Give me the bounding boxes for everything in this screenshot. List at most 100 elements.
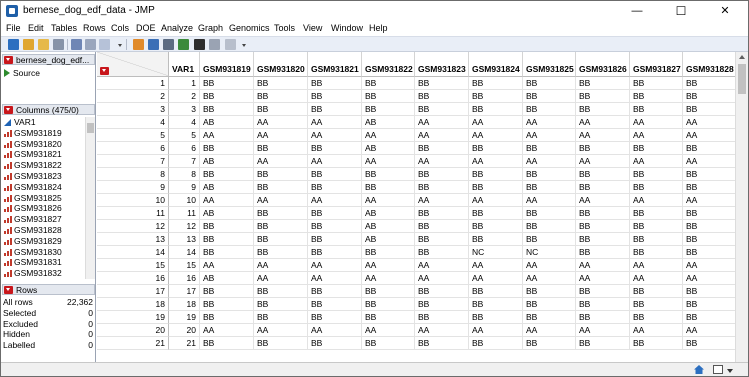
table-row[interactable]: 11 11 AB BB BB AB BB BB BB BB BB BB [97, 207, 735, 220]
table-cell[interactable]: BB [630, 298, 683, 311]
column-item[interactable]: GSM931824 [2, 182, 85, 193]
table-cell[interactable]: AB [200, 207, 254, 220]
table-cell[interactable]: BB [683, 207, 735, 220]
table-cell[interactable]: BB [200, 285, 254, 298]
table-cell[interactable]: BB [415, 337, 469, 350]
table-cell[interactable]: 4 [169, 116, 200, 129]
table-row[interactable]: 2 2 BB BB BB BB BB BB BB BB BB BB [97, 90, 735, 103]
table-cell[interactable]: BB [523, 220, 576, 233]
table-cell[interactable]: AA [469, 155, 523, 168]
table-cell[interactable]: BB [415, 181, 469, 194]
table-cell[interactable]: AA [308, 259, 362, 272]
table-cell[interactable]: AA [469, 194, 523, 207]
table-cell[interactable]: AA [362, 129, 415, 142]
table-cell[interactable]: 21 [169, 337, 200, 350]
table-cell[interactable]: BB [469, 311, 523, 324]
menu-tools[interactable]: Tools [274, 23, 295, 33]
table-cell[interactable]: BB [576, 207, 630, 220]
table-cell[interactable]: BB [415, 168, 469, 181]
row-number[interactable]: 20 [97, 324, 169, 337]
table-cell[interactable]: BB [523, 207, 576, 220]
table-cell[interactable]: BB [362, 103, 415, 116]
menu-file[interactable]: File [6, 23, 21, 33]
column-item[interactable]: GSM931825 [2, 193, 85, 204]
source-script[interactable]: Source [4, 68, 40, 78]
table-cell[interactable]: AA [683, 155, 735, 168]
table-cell[interactable]: BB [415, 207, 469, 220]
copy-icon[interactable] [99, 39, 110, 50]
table-cell[interactable]: BB [254, 311, 308, 324]
table-cell[interactable]: BB [469, 142, 523, 155]
column-header[interactable]: GSM931826 [576, 61, 630, 77]
table-cell[interactable]: 9 [169, 181, 200, 194]
table-cell[interactable]: BB [362, 311, 415, 324]
table-cell[interactable]: BB [523, 298, 576, 311]
table-cell[interactable]: BB [683, 168, 735, 181]
table-cell[interactable]: BB [469, 233, 523, 246]
table-cell[interactable]: AA [362, 324, 415, 337]
grid-corner[interactable] [97, 52, 169, 77]
table-cell[interactable]: 13 [169, 233, 200, 246]
table-cell[interactable]: AA [630, 324, 683, 337]
table-cell[interactable]: AA [630, 155, 683, 168]
table-cell[interactable]: AA [683, 129, 735, 142]
row-number[interactable]: 1 [97, 77, 169, 90]
column-item[interactable]: GSM931826 [2, 203, 85, 214]
column-item[interactable]: GSM931822 [2, 160, 85, 171]
table-cell[interactable]: AA [469, 259, 523, 272]
column-item[interactable]: GSM931823 [2, 171, 85, 182]
column-header[interactable]: GSM931824 [469, 61, 523, 77]
table-row[interactable]: 14 14 BB BB BB BB BB NC NC BB BB BB [97, 246, 735, 259]
table-cell[interactable]: BB [469, 207, 523, 220]
table-cell[interactable]: BB [415, 142, 469, 155]
table-cell[interactable]: BB [523, 142, 576, 155]
row-number[interactable]: 21 [97, 337, 169, 350]
table-cell[interactable]: AA [630, 116, 683, 129]
table-cell[interactable]: 11 [169, 207, 200, 220]
table-row[interactable]: 9 9 AB BB BB BB BB BB BB BB BB BB [97, 181, 735, 194]
table-cell[interactable]: BB [362, 285, 415, 298]
table-cell[interactable]: BB [683, 311, 735, 324]
table-cell[interactable]: AA [308, 155, 362, 168]
table-cell[interactable]: AA [523, 129, 576, 142]
table-cell[interactable]: AA [469, 272, 523, 285]
table-cell[interactable]: AA [254, 116, 308, 129]
table-cell[interactable]: BB [200, 103, 254, 116]
table-cell[interactable]: NC [469, 246, 523, 259]
table-cell[interactable]: BB [576, 246, 630, 259]
table-cell[interactable]: BB [630, 311, 683, 324]
menu-cols[interactable]: Cols [111, 23, 129, 33]
table-cell[interactable]: 6 [169, 142, 200, 155]
table-cell[interactable]: BB [683, 233, 735, 246]
table-cell[interactable]: BB [308, 103, 362, 116]
table-cell[interactable]: AA [415, 129, 469, 142]
table-cell[interactable]: 20 [169, 324, 200, 337]
table-cell[interactable]: BB [200, 168, 254, 181]
table-cell[interactable]: AA [469, 129, 523, 142]
table-cell[interactable]: BB [630, 181, 683, 194]
row-number[interactable]: 19 [97, 311, 169, 324]
table-row[interactable]: 15 15 AA AA AA AA AA AA AA AA AA AA [97, 259, 735, 272]
table-cell[interactable]: BB [415, 285, 469, 298]
table-cell[interactable]: BB [683, 90, 735, 103]
row-number[interactable]: 10 [97, 194, 169, 207]
menu-window[interactable]: Window [331, 23, 363, 33]
table-cell[interactable]: 1 [169, 77, 200, 90]
table-row[interactable]: 5 5 AA AA AA AA AA AA AA AA AA AA [97, 129, 735, 142]
menu-analyze[interactable]: Analyze [161, 23, 193, 33]
table-cell[interactable]: AA [683, 116, 735, 129]
table-cell[interactable]: BB [362, 90, 415, 103]
grid-vertical-scrollbar[interactable] [735, 52, 748, 362]
table-cell[interactable]: BB [200, 311, 254, 324]
table-cell[interactable]: AA [362, 272, 415, 285]
table-cell[interactable]: BB [415, 298, 469, 311]
column-header[interactable]: GSM931825 [523, 61, 576, 77]
column-item[interactable]: VAR1 [2, 117, 85, 128]
table-cell[interactable]: AA [415, 259, 469, 272]
table-cell[interactable]: BB [308, 311, 362, 324]
column-header[interactable]: GSM931828 [683, 61, 735, 77]
table-cell[interactable]: BB [254, 181, 308, 194]
table-cell[interactable]: AB [200, 181, 254, 194]
table-cell[interactable]: BB [254, 103, 308, 116]
table-cell[interactable]: AA [308, 129, 362, 142]
